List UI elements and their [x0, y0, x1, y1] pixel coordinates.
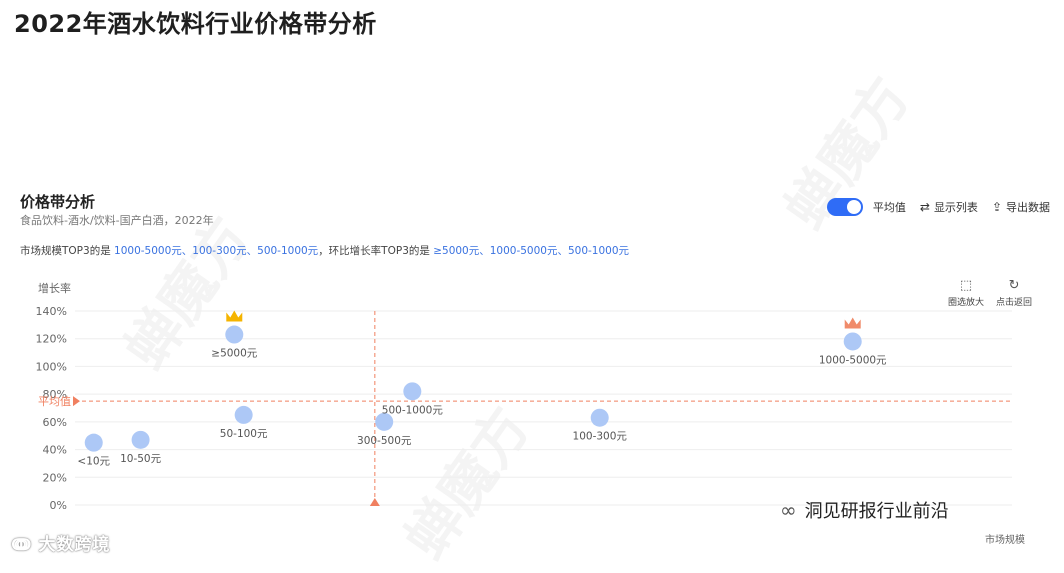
average-label: 平均值	[38, 395, 71, 408]
y-tick-label: 20%	[43, 471, 67, 484]
data-point[interactable]	[225, 325, 244, 344]
panel-title: 价格带分析	[20, 193, 96, 211]
y-axis-label: 增长率	[38, 281, 71, 295]
summary-middle: ，环比增长率TOP3的是	[318, 245, 434, 257]
y-tick-label: 60%	[43, 416, 67, 429]
data-point[interactable]	[843, 332, 862, 351]
brand-footer: ↈ 大数跨境	[12, 530, 111, 555]
data-point[interactable]	[131, 430, 150, 449]
x-axis-label: 市场规模	[985, 533, 1025, 546]
y-tick-label: 40%	[43, 444, 67, 457]
page-title: 2022年酒水饮料行业价格带分析	[14, 10, 377, 38]
summary-top3-scale[interactable]: 1000-5000元、100-300元、500-1000元	[114, 245, 318, 257]
select-zoom-button[interactable]: ⬚ 圈选放大	[948, 278, 984, 308]
data-point-label: 500-1000元	[382, 404, 444, 416]
data-point[interactable]	[403, 382, 422, 401]
swap-icon: ⇄	[919, 200, 930, 214]
panel-toolbar: 平均值 ⇄ 显示列表 ⇪ 导出数据	[826, 198, 1050, 216]
average-toggle-control[interactable]: 平均值	[826, 198, 906, 216]
select-zoom-icon: ⬚	[959, 278, 973, 293]
y-tick-label: 0%	[50, 499, 67, 512]
data-point[interactable]	[234, 405, 253, 424]
wechat-icon: ∞	[780, 498, 797, 522]
show-list-label: 显示列表	[933, 201, 978, 214]
data-point[interactable]	[590, 408, 609, 427]
refresh-icon: ↻	[1008, 278, 1020, 293]
average-toggle-label: 平均值	[872, 201, 906, 214]
average-toggle[interactable]	[826, 198, 863, 216]
export-icon: ⇪	[991, 200, 1002, 214]
data-point-label: 300-500元	[357, 435, 412, 447]
y-tick-label: 120%	[36, 333, 67, 346]
y-tick-label: 100%	[36, 360, 67, 373]
wechat-badge: ∞ 洞见研报行业前沿	[780, 497, 949, 523]
data-point-label: ≥5000元	[211, 348, 258, 360]
show-list-button[interactable]: ⇄ 显示列表	[920, 199, 978, 215]
wechat-label: 洞见研报行业前沿	[804, 501, 949, 522]
reset-zoom-label: 点击返回	[996, 298, 1033, 308]
data-point-label: 50-100元	[220, 428, 268, 440]
export-data-label: 导出数据	[1006, 201, 1050, 214]
data-point[interactable]	[84, 433, 103, 452]
summary-top3-growth[interactable]: ≥5000元、1000-5000元、500-1000元	[433, 245, 629, 257]
export-data-button[interactable]: ⇪ 导出数据	[992, 199, 1050, 215]
data-point-label: 1000-5000元	[819, 354, 887, 366]
brand-label: 大数跨境	[38, 535, 111, 555]
summary-text: 市场规模TOP3的是 1000-5000元、100-300元、500-1000元…	[20, 243, 629, 258]
data-point-label: 10-50元	[120, 453, 162, 465]
brand-logo-icon: ↈ	[12, 535, 32, 555]
zoom-tools: ⬚ 圈选放大 ↻ 点击返回	[948, 278, 1032, 308]
y-tick-label: 140%	[36, 305, 67, 318]
select-zoom-label: 圈选放大	[948, 298, 985, 308]
data-point-label: <10元	[77, 456, 110, 468]
data-point-label: 100-300元	[573, 431, 628, 443]
reset-zoom-button[interactable]: ↻ 点击返回	[996, 278, 1032, 308]
panel-subtitle: 食品饮料-酒水/饮料-国产白酒，2022年	[20, 214, 214, 227]
summary-prefix: 市场规模TOP3的是	[20, 245, 115, 257]
toggle-knob-icon	[846, 200, 861, 214]
